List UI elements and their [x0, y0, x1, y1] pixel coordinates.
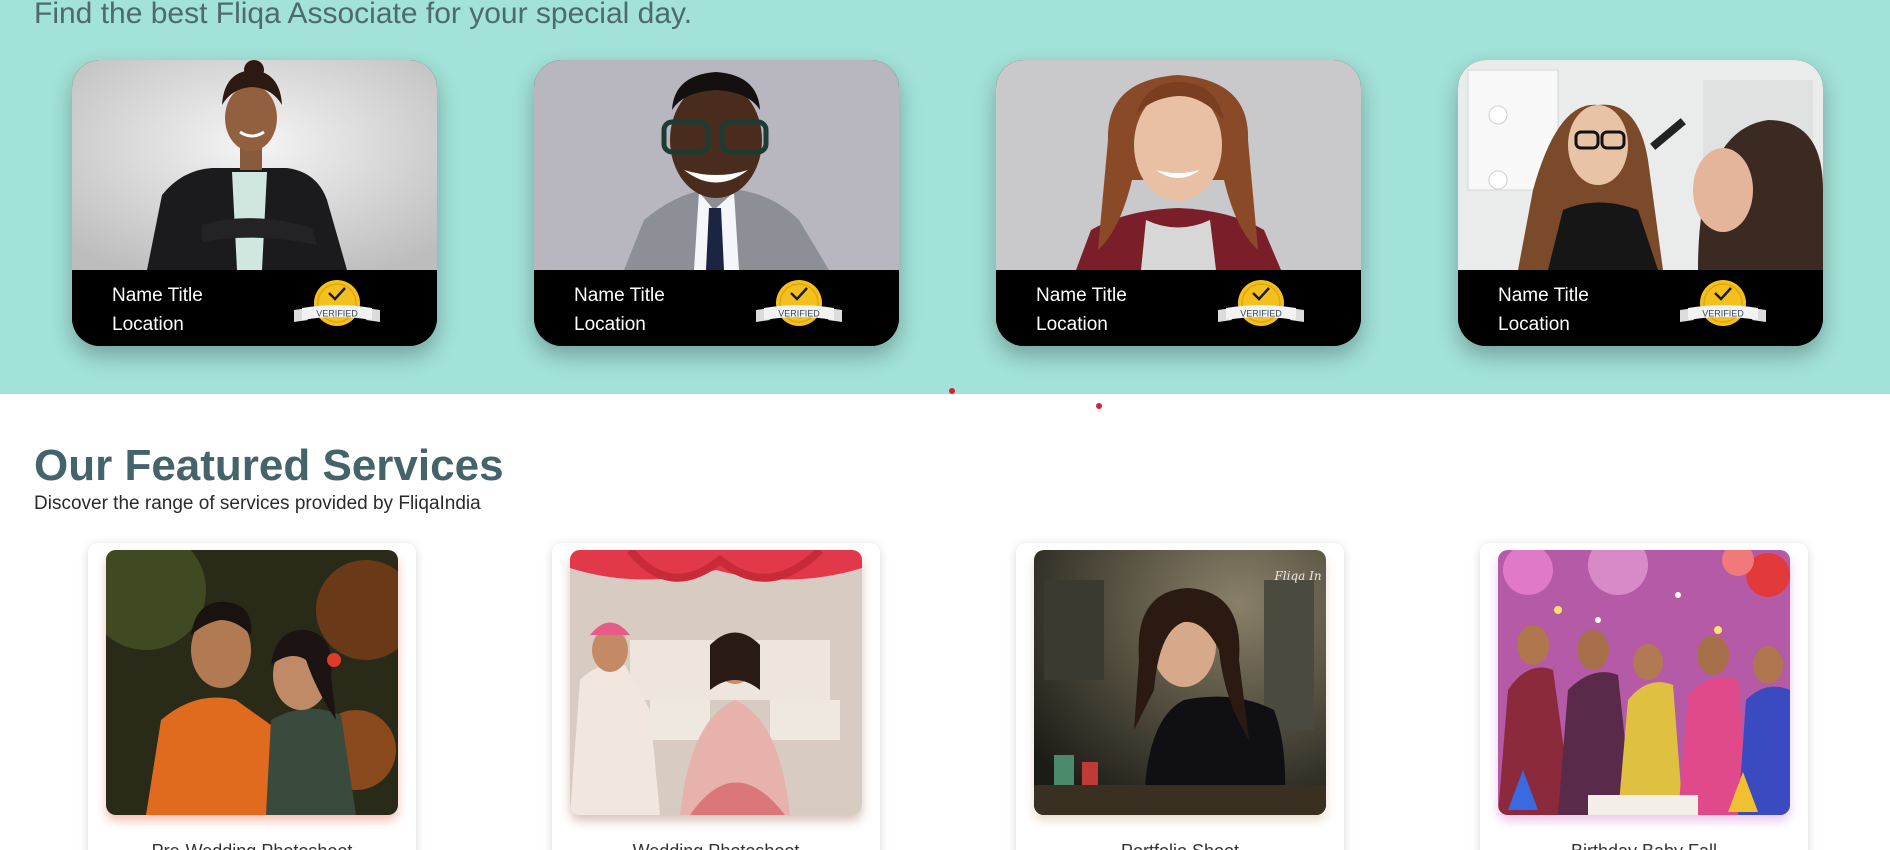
service-card[interactable]: Fliqa In Portfolio Shoot: [1016, 543, 1344, 850]
associate-location: Location: [112, 314, 184, 335]
badge-text: VERIFIED: [1240, 309, 1282, 319]
associate-photo: [1458, 60, 1823, 270]
service-label: Birthday Baby Fall: [1480, 841, 1808, 850]
associate-photo: [72, 60, 437, 270]
associates-section: Find the best Fliqa Associate for your s…: [0, 0, 1890, 394]
services-title: Our Featured Services: [34, 441, 504, 490]
associate-card[interactable]: Name Title Location VERIFIED: [72, 60, 437, 346]
associate-location: Location: [1498, 314, 1570, 335]
carousel-dot[interactable]: [1096, 403, 1102, 409]
verified-badge-icon: VERIFIED: [1216, 278, 1306, 336]
associate-location: Location: [1036, 314, 1108, 335]
service-card[interactable]: Wedding Photoshoot: [552, 543, 880, 850]
service-photo: [1498, 550, 1790, 815]
service-label: Portfolio Shoot: [1016, 841, 1344, 850]
associate-info: Name Title Location VERIFIED: [1458, 270, 1823, 346]
badge-text: VERIFIED: [1702, 309, 1744, 319]
service-label: Wedding Photoshoot: [552, 841, 880, 850]
verified-badge-icon: VERIFIED: [1678, 278, 1768, 336]
service-card[interactable]: Birthday Baby Fall: [1480, 543, 1808, 850]
badge-text: VERIFIED: [778, 309, 820, 319]
associate-photo: [996, 60, 1361, 270]
associates-tagline: Find the best Fliqa Associate for your s…: [34, 0, 693, 30]
associate-info: Name Title Location VERIFIED: [534, 270, 899, 346]
associate-location: Location: [574, 314, 646, 335]
verified-badge-icon: VERIFIED: [292, 278, 382, 336]
verified-badge-icon: VERIFIED: [754, 278, 844, 336]
associate-name: Name Title: [1498, 285, 1589, 306]
associate-info: Name Title Location VERIFIED: [996, 270, 1361, 346]
service-card[interactable]: Pre-Wedding Photoshoot: [88, 543, 416, 850]
associate-name: Name Title: [1036, 285, 1127, 306]
associate-card[interactable]: Name Title Location VERIFIED: [1458, 60, 1823, 346]
associate-name: Name Title: [574, 285, 665, 306]
service-photo: [570, 550, 862, 815]
associate-info: Name Title Location VERIFIED: [72, 270, 437, 346]
associate-card[interactable]: Name Title Location VERIFIED: [534, 60, 899, 346]
service-label: Pre-Wedding Photoshoot: [88, 841, 416, 850]
associate-name: Name Title: [112, 285, 203, 306]
service-photo: Fliqa In: [1034, 550, 1326, 815]
badge-text: VERIFIED: [316, 309, 358, 319]
associate-card[interactable]: Name Title Location VERIFIED: [996, 60, 1361, 346]
associate-photo: [534, 60, 899, 270]
service-photo: [106, 550, 398, 815]
watermark-text: Fliqa In: [1273, 569, 1321, 583]
services-subtitle: Discover the range of services provided …: [34, 493, 481, 514]
carousel-dot[interactable]: [949, 388, 955, 394]
